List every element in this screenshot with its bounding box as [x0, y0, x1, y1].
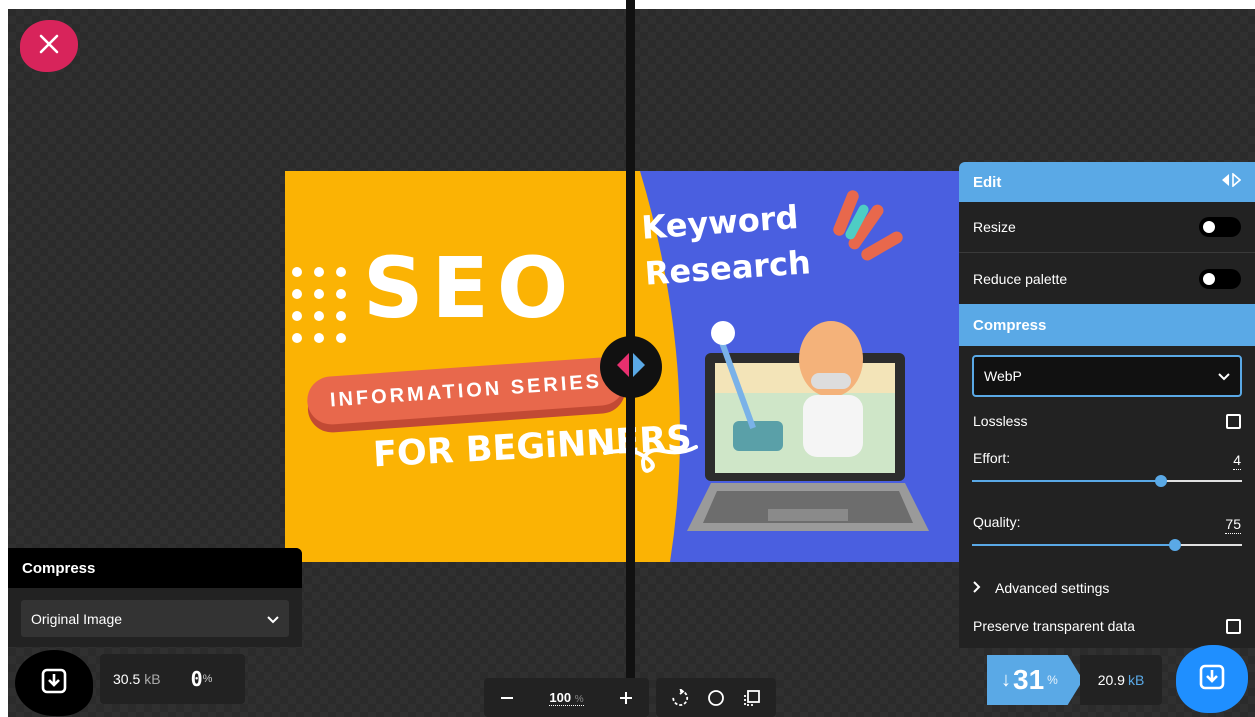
- left-format-select[interactable]: Original Image: [21, 600, 289, 637]
- down-arrow-icon: ↓: [1001, 668, 1011, 691]
- split-arrows-icon[interactable]: [1221, 172, 1242, 191]
- compress-title: Compress: [973, 316, 1047, 334]
- window-frame-left: [0, 0, 8, 717]
- reduce-palette-label: Reduce palette: [973, 270, 1068, 287]
- quality-label: Quality:: [973, 514, 1021, 530]
- edit-section-header: Edit: [959, 162, 1255, 202]
- plus-icon: [619, 691, 632, 704]
- left-format-select-value: Original Image: [31, 610, 123, 627]
- savings-badge: ↓ 31 %: [987, 655, 1083, 705]
- split-arrows-icon: [614, 350, 648, 385]
- format-select-value: WebP: [984, 368, 1022, 384]
- close-icon: [38, 33, 60, 60]
- resize-row: Resize: [959, 202, 1255, 253]
- rotate-icon: [672, 688, 689, 706]
- chevron-down-icon: [267, 611, 279, 627]
- quality-slider[interactable]: [972, 538, 1242, 552]
- zoom-in-button[interactable]: [613, 685, 639, 711]
- seo-heading: SEO: [363, 239, 577, 337]
- quality-slider-thumb[interactable]: [1168, 539, 1181, 551]
- edit-title: Edit: [973, 173, 1002, 191]
- savings-percent-sign: %: [1047, 673, 1058, 687]
- zoom-out-button[interactable]: [494, 685, 520, 711]
- effort-slider-thumb[interactable]: [1155, 475, 1167, 487]
- keyword-research-heading: Keyword Research: [640, 193, 812, 296]
- stripes-decoration: [833, 190, 903, 261]
- compress-section-header: Compress: [959, 304, 1255, 346]
- effort-label: Effort:: [973, 450, 1011, 466]
- original-percent-sign: %: [202, 673, 213, 685]
- zoom-controls: 100 %: [484, 678, 649, 717]
- original-size-unit: kB: [144, 671, 161, 687]
- lossless-row: Lossless: [959, 413, 1255, 429]
- resize-label: Resize: [973, 219, 1016, 235]
- compressed-size-value: 20.9: [1097, 672, 1125, 688]
- format-select[interactable]: WebP: [972, 355, 1242, 397]
- fit-screen-icon: [744, 689, 760, 706]
- circle-icon: [708, 689, 724, 706]
- original-size-display: 30.5 kB 0 %: [100, 654, 245, 704]
- chevron-right-icon: [973, 580, 981, 596]
- effort-value[interactable]: 4: [1233, 452, 1241, 470]
- compressed-size-unit: kB: [1127, 672, 1145, 688]
- view-tools: [656, 678, 776, 717]
- laptop-avatar-illustration: [687, 321, 929, 531]
- effort-slider-fill: [972, 480, 1161, 482]
- zoom-level[interactable]: 100 %: [549, 689, 584, 706]
- download-compressed-button[interactable]: [1176, 645, 1248, 713]
- fit-to-screen-button[interactable]: [739, 685, 765, 711]
- left-compress-panel: Compress Original Image: [8, 548, 302, 647]
- original-size-value: 30.5: [113, 671, 141, 687]
- quality-row: Quality: 75: [959, 510, 1255, 534]
- rotate-button[interactable]: [667, 685, 693, 711]
- savings-value: 31: [1013, 664, 1045, 695]
- advanced-settings-row[interactable]: Advanced settings: [959, 580, 1255, 596]
- zoom-level-value: 100: [549, 689, 572, 705]
- left-compress-title: Compress: [8, 548, 302, 588]
- download-icon: [1199, 664, 1225, 695]
- dots-decoration: [292, 267, 346, 343]
- divider-drag-handle[interactable]: [600, 336, 662, 398]
- original-percent-value: 0: [190, 667, 203, 691]
- background-toggle-button[interactable]: [703, 685, 729, 711]
- resize-toggle[interactable]: [1199, 217, 1241, 237]
- lossless-checkbox[interactable]: [1226, 413, 1241, 429]
- effort-row: Effort: 4: [959, 446, 1255, 470]
- download-icon: [41, 668, 67, 699]
- preserve-transparent-checkbox[interactable]: [1226, 618, 1241, 634]
- chevron-down-icon: [1218, 368, 1230, 384]
- lossless-label: Lossless: [973, 413, 1028, 429]
- zoom-level-unit: %: [574, 693, 584, 705]
- compressed-size-display: 20.9 kB: [1080, 655, 1162, 705]
- reduce-palette-row: Reduce palette: [959, 253, 1255, 304]
- download-original-button[interactable]: [15, 650, 93, 716]
- preserve-transparent-label: Preserve transparent data: [973, 618, 1135, 634]
- minus-icon: [501, 696, 513, 699]
- quality-value[interactable]: 75: [1225, 516, 1241, 534]
- preserve-transparent-row: Preserve transparent data: [959, 618, 1255, 634]
- effort-slider[interactable]: [972, 474, 1242, 488]
- advanced-settings-label: Advanced settings: [995, 580, 1110, 596]
- close-button[interactable]: [20, 20, 78, 72]
- reduce-palette-toggle[interactable]: [1199, 268, 1241, 289]
- quality-slider-fill: [972, 544, 1175, 546]
- options-panel: Edit Resize Reduce palette Compress WebP…: [959, 162, 1255, 648]
